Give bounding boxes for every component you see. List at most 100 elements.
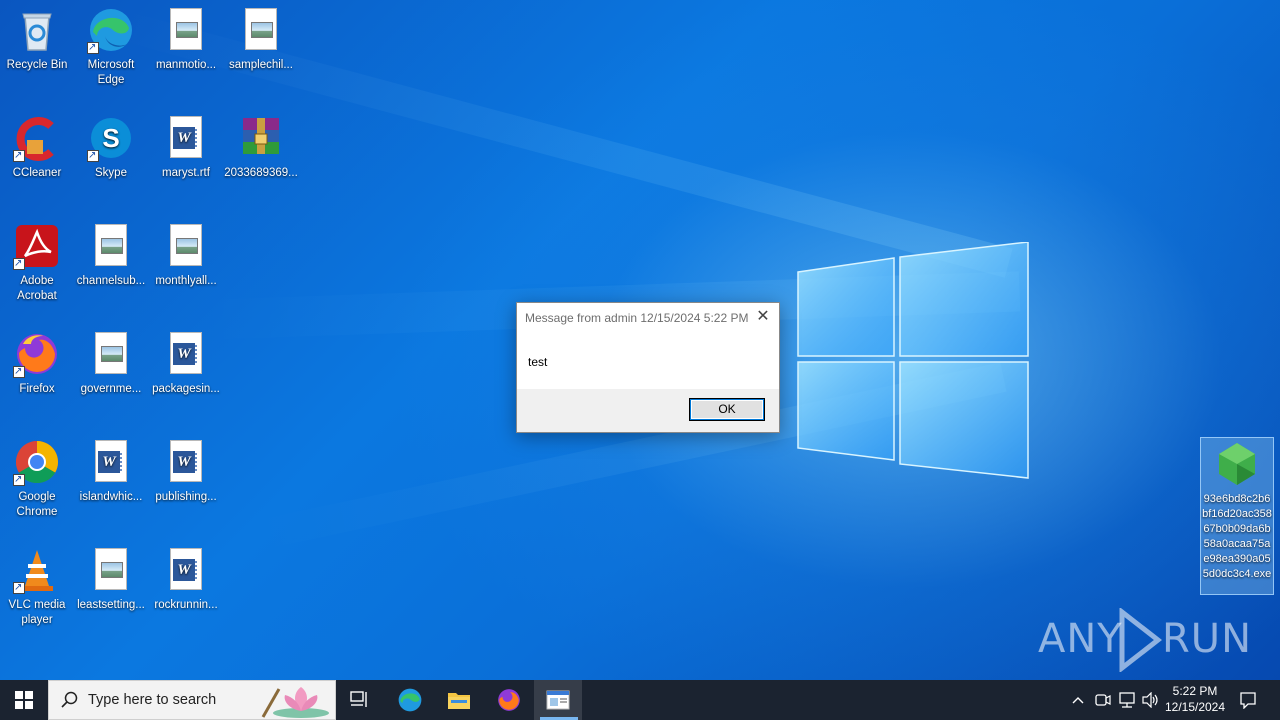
- image-file-icon: [95, 548, 127, 590]
- desktop-icon-label: islandwhic...: [79, 491, 143, 503]
- lotus-search-highlight-icon: [261, 687, 329, 718]
- recycle-bin-icon: [22, 13, 52, 51]
- taskbar: Type here to search 5:22 PM 12/15/2024: [0, 680, 1280, 720]
- desktop-icon-ccleaner[interactable]: CCleaner: [0, 108, 74, 181]
- word-file-icon: W: [170, 548, 202, 590]
- desktop-icon-label: Google Chrome: [16, 491, 58, 518]
- desktop-icon-recycle-bin[interactable]: Recycle Bin: [0, 0, 74, 73]
- desktop-icon-monthlyall[interactable]: monthlyall...: [149, 216, 223, 289]
- desktop-icon-samplechil[interactable]: samplechil...: [224, 0, 298, 73]
- desktop-icon-label: publishing...: [155, 491, 217, 503]
- network-icon: [1119, 692, 1135, 708]
- image-file-icon: [95, 332, 127, 374]
- taskbar-firefox[interactable]: [485, 680, 533, 720]
- desktop-icon-maryst[interactable]: W maryst.rtf: [149, 108, 223, 181]
- desktop-icon-label: samplechil...: [229, 59, 293, 71]
- svg-text:S: S: [102, 123, 119, 153]
- desktop-icon-label: 2033689369...: [224, 167, 298, 179]
- green-gem-exe-icon: [1219, 443, 1255, 485]
- search-placeholder: Type here to search: [88, 692, 217, 708]
- search-icon: [61, 691, 78, 708]
- winrar-archive-icon: [243, 118, 279, 154]
- task-view-icon: [350, 691, 367, 707]
- windows-logo-icon: [797, 242, 1029, 479]
- desktop-icon-label: Skype: [95, 167, 127, 179]
- desktop-icon-label: Adobe Acrobat: [17, 275, 57, 302]
- desktop-icon-rockrunnin[interactable]: W rockrunnin...: [149, 540, 223, 613]
- desktop-icon-governme[interactable]: governme...: [74, 324, 148, 397]
- desktop-icon-skype[interactable]: S Skype: [74, 108, 148, 181]
- desktop-icon-winrar-archive[interactable]: 2033689369...: [224, 108, 298, 181]
- ok-button[interactable]: OK: [690, 399, 764, 420]
- taskbar-clock[interactable]: 5:22 PM 12/15/2024: [1160, 683, 1230, 715]
- shortcut-arrow-icon: [87, 148, 99, 163]
- shortcut-arrow-icon: [13, 148, 25, 163]
- selected-exe-label: 93e6bd8c2b6bf16d20ac35867b0b09da6b58a0ac…: [1202, 493, 1272, 580]
- dialog-footer: OK: [517, 389, 779, 432]
- desktop-icon-edge[interactable]: Microsoft Edge: [74, 0, 148, 88]
- file-explorer-icon: [448, 693, 470, 709]
- desktop-icon-islandwhic[interactable]: W islandwhic...: [74, 432, 148, 505]
- action-center-button[interactable]: [1234, 680, 1262, 720]
- tray-overflow-chevron[interactable]: [1068, 680, 1088, 720]
- image-file-icon: [245, 8, 277, 50]
- desktop-icon-publishing[interactable]: W publishing...: [149, 432, 223, 505]
- dialog-title: Message from admin 12/15/2024 5:22 PM: [525, 311, 749, 325]
- clock-time: 5:22 PM: [1172, 684, 1218, 698]
- desktop-icon-google-chrome[interactable]: Google Chrome: [0, 432, 74, 520]
- desktop-icon-label: Microsoft Edge: [87, 59, 135, 86]
- notification-icon: [1240, 692, 1256, 709]
- desktop-icon-firefox[interactable]: Firefox: [0, 324, 74, 397]
- desktop-icon-selected-exe[interactable]: 93e6bd8c2b6bf16d20ac35867b0b09da6b58a0ac…: [1200, 437, 1274, 595]
- desktop-icon-leastsetting[interactable]: leastsetting...: [74, 540, 148, 613]
- desktop-icon-label: channelsub...: [76, 275, 146, 287]
- chevron-up-icon: [1072, 697, 1084, 704]
- taskbar-message-window[interactable]: [534, 680, 582, 720]
- desktop-icon-label: governme...: [80, 383, 142, 395]
- desktop-icon-label: VLC media player: [8, 599, 66, 626]
- edge-icon: [398, 688, 422, 712]
- message-dialog: Message from admin 12/15/2024 5:22 PM ✕ …: [516, 302, 780, 433]
- start-button[interactable]: [0, 680, 48, 720]
- desktop-icon-label: Firefox: [19, 383, 55, 395]
- desktop-icon-channelsub[interactable]: channelsub...: [74, 216, 148, 289]
- shortcut-arrow-icon: [13, 256, 25, 271]
- meet-now-icon: [1095, 694, 1111, 706]
- image-file-icon: [170, 224, 202, 266]
- windows-start-icon: [15, 691, 33, 709]
- message-window-icon: [546, 690, 570, 710]
- shortcut-arrow-icon: [13, 472, 25, 487]
- desktop-icon-label: maryst.rtf: [162, 167, 210, 179]
- dialog-message: test: [528, 355, 548, 369]
- firefox-icon: [498, 689, 520, 711]
- desktop-icon-packagesin[interactable]: W packagesin...: [149, 324, 223, 397]
- word-file-icon: W: [95, 440, 127, 482]
- clock-date: 12/15/2024: [1164, 700, 1226, 714]
- desktop-icon-label: manmotio...: [155, 59, 217, 71]
- task-view-button[interactable]: [336, 680, 384, 720]
- close-icon[interactable]: ✕: [755, 309, 771, 325]
- word-file-icon: W: [170, 440, 202, 482]
- taskbar-edge[interactable]: [386, 680, 434, 720]
- image-file-icon: [95, 224, 127, 266]
- shortcut-arrow-icon: [87, 40, 99, 55]
- volume-icon: [1142, 692, 1158, 708]
- taskbar-file-explorer[interactable]: [435, 680, 483, 720]
- desktop-icon-label: monthlyall...: [155, 275, 217, 287]
- anyrun-watermark: ANY RUN: [1038, 608, 1251, 672]
- tray-meet-now[interactable]: [1093, 680, 1113, 720]
- desktop-icon-label: packagesin...: [152, 383, 220, 395]
- desktop-icon-label: rockrunnin...: [154, 599, 218, 611]
- image-file-icon: [170, 8, 202, 50]
- tray-network[interactable]: [1116, 680, 1138, 720]
- desktop-icon-adobe-acrobat[interactable]: Adobe Acrobat: [0, 216, 74, 304]
- shortcut-arrow-icon: [13, 364, 25, 379]
- desktop-icon-manmotio[interactable]: manmotio...: [149, 0, 223, 73]
- dialog-titlebar[interactable]: Message from admin 12/15/2024 5:22 PM ✕: [517, 303, 779, 333]
- desktop-icon-vlc[interactable]: VLC media player: [0, 540, 74, 628]
- taskbar-search-box[interactable]: Type here to search: [48, 680, 336, 720]
- desktop-icon-label: Recycle Bin: [6, 59, 68, 71]
- play-triangle-icon: [1119, 608, 1162, 672]
- tray-volume[interactable]: [1140, 680, 1162, 720]
- shortcut-arrow-icon: [13, 580, 25, 595]
